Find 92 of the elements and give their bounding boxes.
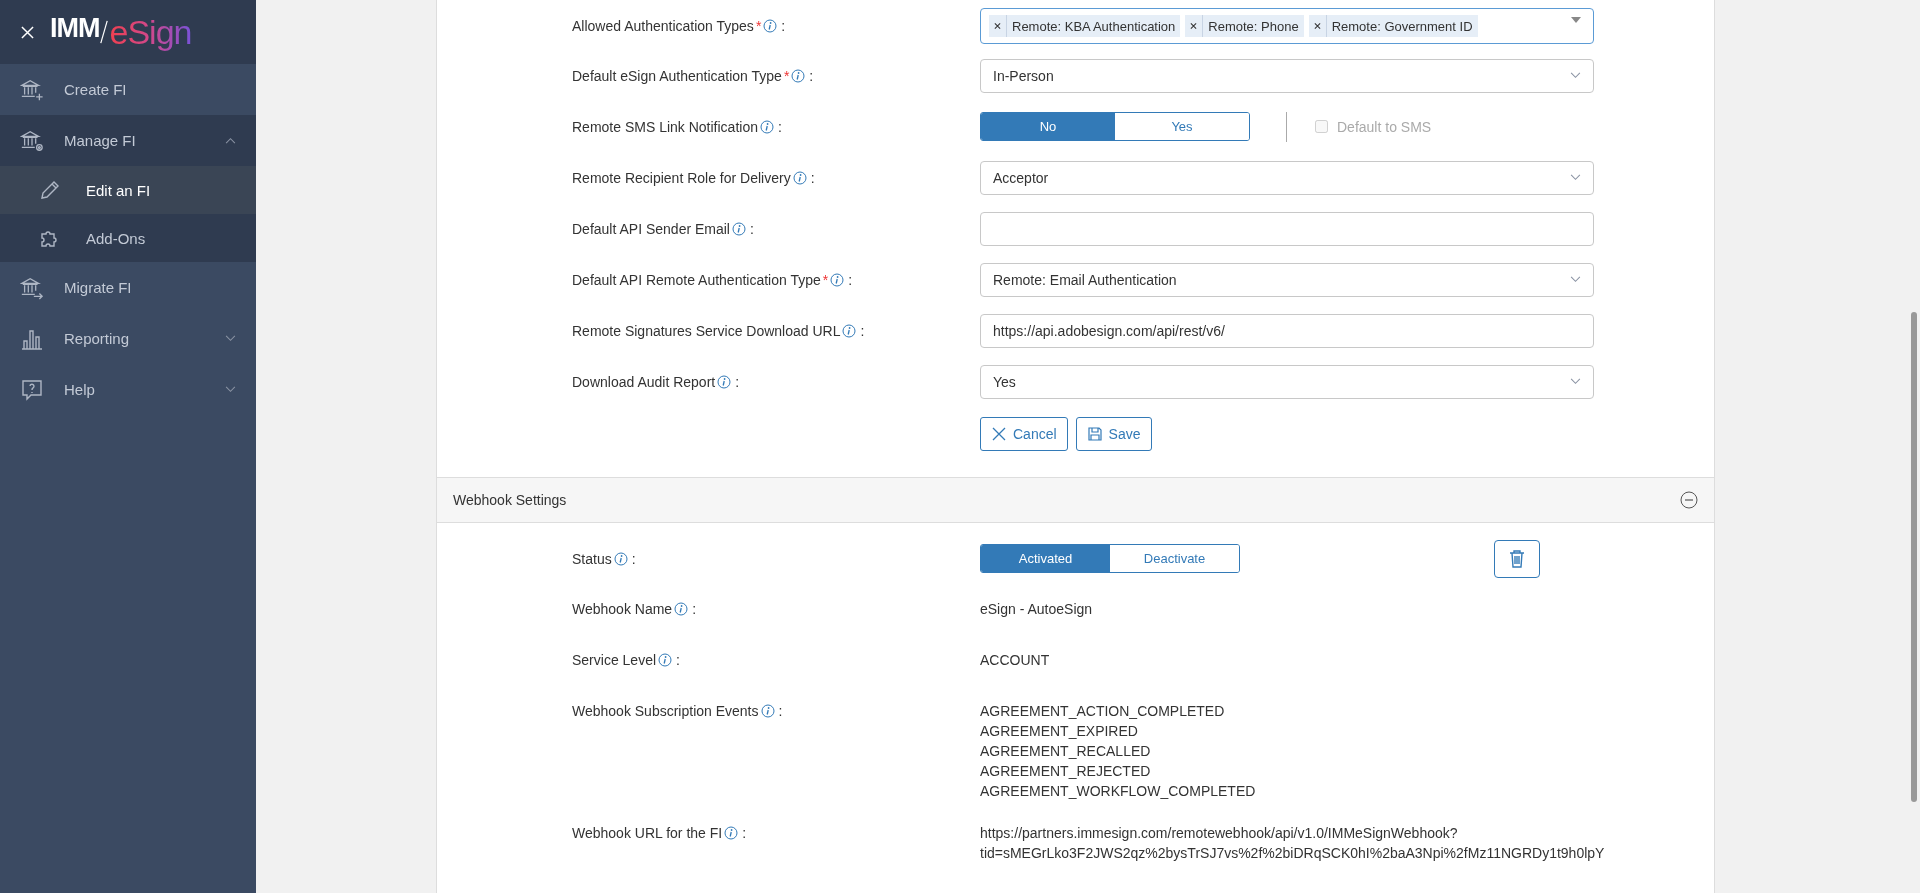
chevron-down-icon [1570,174,1581,181]
required-mark: * [822,271,829,288]
field-value: AGREEMENT_REJECTED [980,762,1152,781]
colon: : [735,373,740,390]
field-label: Remote Signatures Service Download URL [572,322,841,339]
select-field[interactable]: In-Person [980,58,1594,93]
info-icon[interactable] [674,602,689,616]
chevron-down-icon [1570,276,1581,283]
colon: : [742,825,747,841]
trash-icon [1509,549,1525,568]
tag-chip: Remote: Phone [1185,15,1304,37]
info-icon[interactable] [613,551,628,566]
colon: : [692,601,697,617]
close-icon [991,426,1007,442]
delete-button[interactable] [1494,539,1540,578]
field-label: Allowed Authentication Types [572,18,754,34]
toggle-option[interactable]: Activated [981,545,1110,572]
info-icon[interactable] [760,704,775,718]
section-header[interactable]: Webhook Settings [437,478,1714,523]
collapse-icon[interactable] [1680,491,1698,509]
nav-item[interactable]: Migrate FI [0,262,256,313]
nav-subitem[interactable]: Edit an FI [0,166,256,214]
field-value: AGREEMENT_RECALLED [980,742,1152,761]
dropdown-arrow-icon [1571,17,1581,23]
colon: : [750,220,754,237]
field-value: AGREEMENT_EXPIRED [980,722,1139,741]
field-value: AGREEMENT_WORKFLOW_COMPLETED [980,782,1256,801]
colon: : [860,322,865,339]
chevron-down-icon [225,386,236,393]
colon: : [676,652,680,668]
info-icon[interactable] [830,272,845,287]
field-label: Status [572,550,612,567]
field-label: Remote Recipient Role for Delivery [572,169,791,186]
nav-item[interactable]: Manage FI [0,115,256,166]
field-value: ACCOUNT [980,651,1050,670]
field-value: https://partners.immesign.com/remotewebhook/api/v1.0/IMMeSignWebhook? [980,824,1459,843]
field-value: eSign - AutoeSign [980,600,1093,619]
tag-chip: Remote: Government ID [1308,15,1478,37]
info-icon[interactable] [791,68,806,83]
nav-item[interactable]: Create FI [0,64,256,115]
text-field[interactable]: https://api.adobesign.com/api/rest/v6/ [980,313,1594,348]
checkbox-label: Default to SMS [1337,118,1432,135]
colon: : [777,118,782,135]
required-mark: * [755,18,762,34]
save-button[interactable]: Save [1075,417,1152,451]
tag-chip: Remote: KBA Authentication [989,15,1181,37]
bank-arrow-icon [20,275,44,300]
colon: : [631,550,636,567]
colon: : [810,169,815,186]
text-field[interactable] [980,211,1594,246]
chevron-down-icon [1570,72,1581,79]
colon: : [781,18,786,34]
field-label: Default API Sender Email [572,220,730,237]
info-icon[interactable] [759,119,774,134]
chevron-down-icon [225,335,236,342]
chevron-up-icon [225,137,236,144]
info-icon[interactable] [658,653,673,667]
close-icon[interactable] [21,25,34,39]
toggle-option[interactable]: No [981,113,1115,140]
field-label: Webhook Subscription Events [572,703,759,719]
section-title: Webhook Settings [453,492,567,508]
field-label: Default API Remote Authentication Type [572,271,821,288]
nav-item[interactable]: Reporting [0,313,256,364]
chevron-down-icon [1570,378,1581,385]
required-mark: * [783,67,790,84]
select-field[interactable]: Acceptor [980,160,1594,195]
field-label: Webhook Name [572,601,673,617]
field-label: Download Audit Report [572,373,716,390]
field-value: AGREEMENT_ACTION_COMPLETED [980,702,1226,721]
select-field[interactable]: Yes [980,364,1594,399]
colon: : [778,703,783,719]
info-icon[interactable] [763,19,778,33]
info-icon[interactable] [717,374,732,389]
info-icon[interactable] [732,221,746,236]
bank-plus-icon [20,77,44,102]
multi-select-field[interactable]: Remote: KBA Authentication Remote: Phone Remote: Government ID [980,8,1594,44]
help-icon [20,377,44,402]
field-label: Service Level [572,652,657,668]
info-icon[interactable] [792,170,807,185]
colon: : [809,67,814,84]
field-label: Remote SMS Link Notification [572,118,758,135]
select-field[interactable]: Remote: Email Authentication [980,262,1594,297]
info-icon[interactable] [724,826,739,840]
nav-subitem[interactable]: Add-Ons [0,214,256,262]
info-icon[interactable] [842,323,857,338]
field-label: Default eSign Authentication Type [572,67,782,84]
bank-gear-icon [20,128,44,153]
field-value: tid=sMEGrLko3F2JWS2qz%2bysTrSJ7vs%2f%2biDRqSCK0hI%2baA3Npi%2fMz11NGRDy1t9h0lpY [980,844,1605,863]
cancel-button[interactable]: Cancel [980,417,1068,451]
nav-item[interactable]: Help [0,364,256,415]
field-label: Webhook URL for the FI [572,825,723,841]
colon: : [848,271,853,288]
